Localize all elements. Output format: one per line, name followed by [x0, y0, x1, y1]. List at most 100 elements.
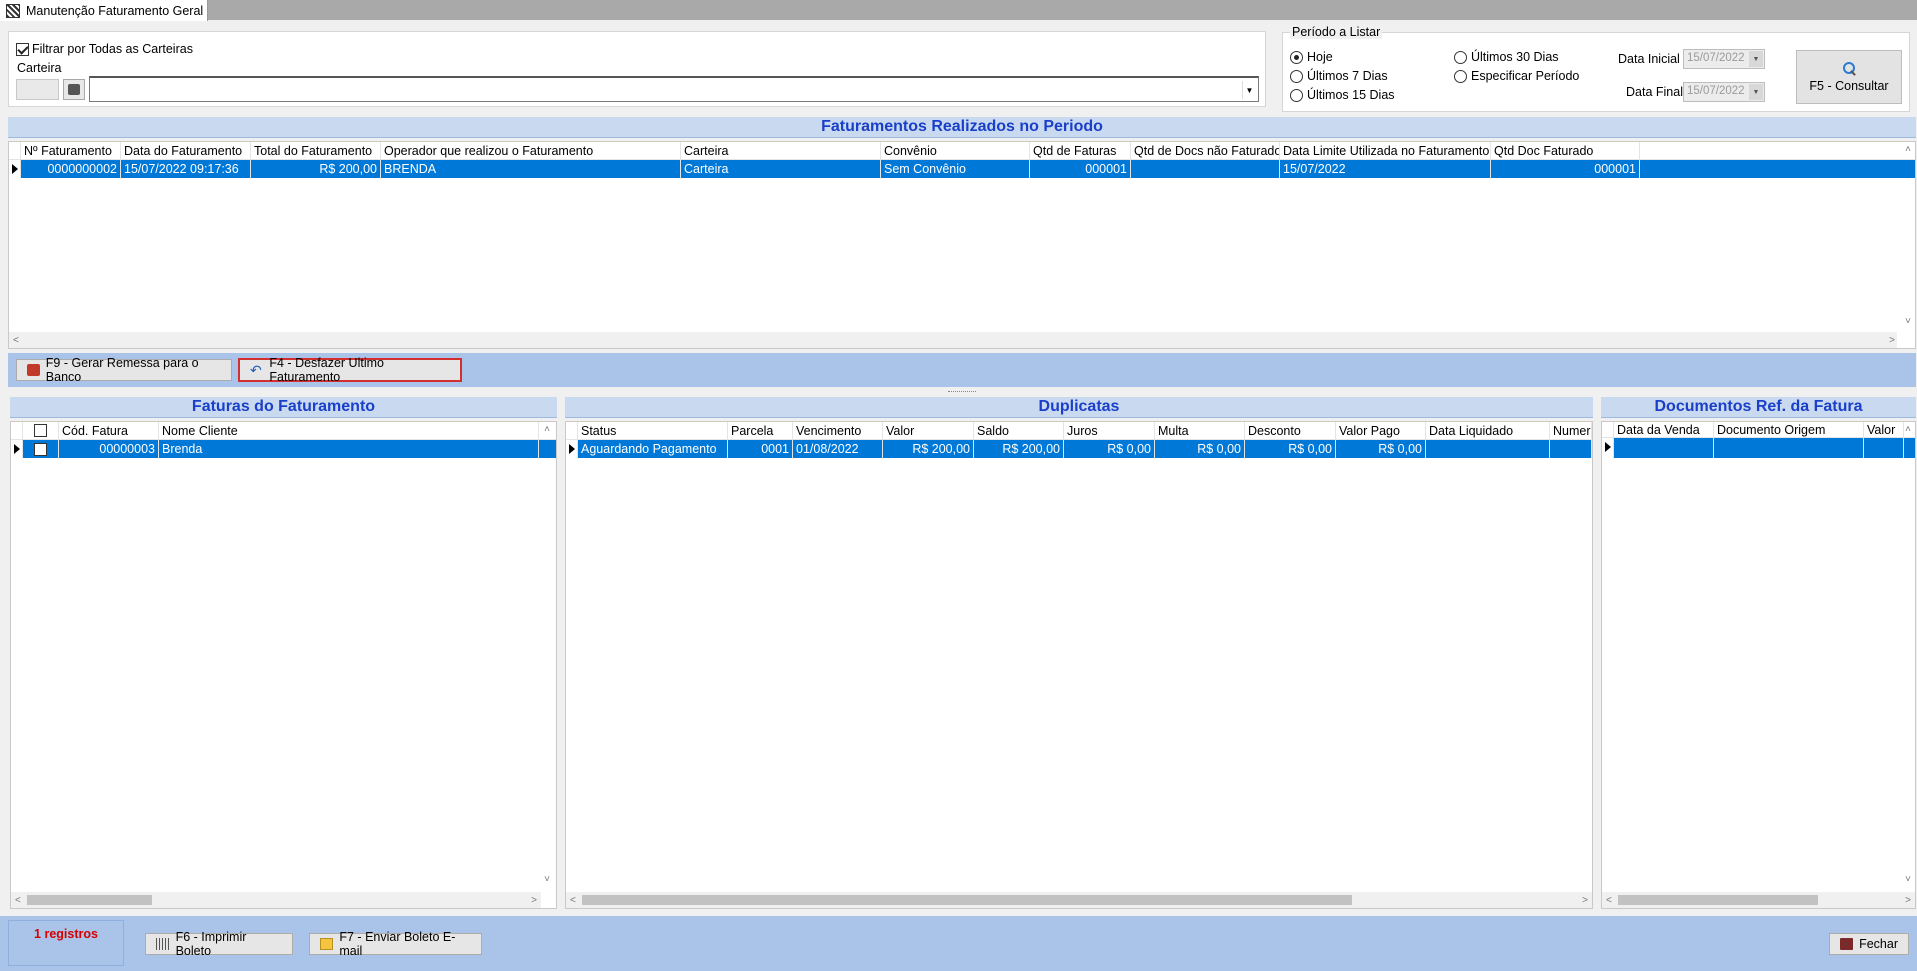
- faturas-hscroll[interactable]: < >: [11, 892, 541, 908]
- chevron-left-icon[interactable]: <: [15, 895, 21, 906]
- col-header[interactable]: Data Limite Utilizada no Faturamento: [1280, 142, 1491, 159]
- chevron-right-icon[interactable]: >: [1905, 895, 1911, 906]
- cell-total: R$ 200,00: [251, 160, 381, 178]
- col-header[interactable]: Nº Faturamento: [21, 142, 121, 159]
- carteira-code-input[interactable]: [16, 79, 59, 100]
- filter-all-carteiras-checkbox[interactable]: [16, 42, 29, 56]
- radio-dot[interactable]: [1290, 69, 1303, 83]
- cell-data-limite: 15/07/2022: [1280, 160, 1491, 178]
- data-inicial-input[interactable]: 15/07/2022 ▼: [1683, 49, 1765, 69]
- chevron-left-icon[interactable]: <: [1606, 895, 1612, 906]
- radio-7-dias[interactable]: Últimos 7 Dias: [1290, 69, 1388, 83]
- radio-15-dias[interactable]: Últimos 15 Dias: [1290, 88, 1395, 102]
- col-header[interactable]: Desconto: [1245, 422, 1336, 439]
- consultar-button[interactable]: F5 - Consultar: [1796, 50, 1902, 104]
- col-header[interactable]: Juros: [1064, 422, 1155, 439]
- radio-dot[interactable]: [1454, 50, 1467, 64]
- chevron-down-icon[interactable]: ˅: [1905, 316, 1911, 327]
- data-final-value: 15/07/2022: [1687, 85, 1745, 97]
- gerar-remessa-button[interactable]: F9 - Gerar Remessa para o Banco: [16, 356, 232, 384]
- cell-vencimento: 01/08/2022: [793, 440, 883, 458]
- col-header[interactable]: Vencimento: [793, 422, 883, 439]
- col-header[interactable]: Documento Origem: [1714, 422, 1864, 437]
- documentos-hscroll[interactable]: < >: [1602, 892, 1915, 908]
- imprimir-boleto-button[interactable]: F6 - Imprimir Boleto: [145, 930, 293, 958]
- radio-dot[interactable]: [1290, 88, 1303, 102]
- col-header[interactable]: Cód. Fatura: [59, 422, 159, 439]
- chevron-down-icon[interactable]: ▼: [1749, 84, 1763, 100]
- consultar-label: F5 - Consultar: [1809, 79, 1889, 93]
- col-header[interactable]: Qtd Doc Faturado: [1491, 142, 1640, 159]
- col-header[interactable]: Parcela: [728, 422, 793, 439]
- col-header[interactable]: Total do Faturamento: [251, 142, 381, 159]
- col-header[interactable]: Saldo: [974, 422, 1064, 439]
- enviar-boleto-email-button[interactable]: F7 - Enviar Boleto E-mail: [309, 930, 482, 958]
- radio-30-dias[interactable]: Últimos 30 Dias: [1454, 50, 1559, 64]
- chevron-down-icon[interactable]: ▼: [1242, 81, 1256, 99]
- chevron-down-icon[interactable]: ˅: [1905, 874, 1911, 885]
- chevron-down-icon[interactable]: ▼: [1749, 51, 1763, 67]
- fechar-button[interactable]: Fechar: [1829, 933, 1909, 955]
- table-row[interactable]: 00000003 Brenda: [11, 440, 556, 458]
- chevron-right-icon[interactable]: >: [531, 895, 537, 906]
- scroll-thumb[interactable]: [581, 895, 1352, 905]
- radio-especificar[interactable]: Especificar Período: [1454, 69, 1579, 83]
- col-header[interactable]: Status: [578, 422, 728, 439]
- cell-desconto: R$ 0,00: [1245, 440, 1336, 458]
- col-header[interactable]: Valor Pago: [1336, 422, 1426, 439]
- desfazer-faturamento-button[interactable]: ↶ F4 - Desfazer Ultimo Faturamento: [238, 356, 462, 384]
- splitter-handle[interactable]: [948, 391, 976, 393]
- col-header[interactable]: Qtd de Faturas: [1030, 142, 1131, 159]
- cell-qtd-doc-faturado: 000001: [1491, 160, 1640, 178]
- col-header[interactable]: Convênio: [881, 142, 1030, 159]
- table-row[interactable]: [1602, 438, 1915, 458]
- table-row[interactable]: 0000000002 15/07/2022 09:17:36 R$ 200,00…: [9, 160, 1915, 178]
- book-icon: [68, 84, 80, 95]
- chevron-down-icon[interactable]: ˅: [544, 874, 550, 885]
- radio-dot[interactable]: [1290, 50, 1303, 64]
- tab-strip: [0, 0, 1917, 20]
- data-final-label: Data Final: [1626, 85, 1683, 99]
- col-header[interactable]: Carteira: [681, 142, 881, 159]
- scroll-thumb[interactable]: [1617, 895, 1818, 905]
- row-checkbox[interactable]: [34, 442, 47, 456]
- scroll-thumb[interactable]: [26, 895, 152, 905]
- chevron-up-icon[interactable]: ˄: [544, 424, 550, 435]
- col-header[interactable]: Data Liquidado: [1426, 422, 1550, 439]
- col-header[interactable]: Multa: [1155, 422, 1245, 439]
- row-select-cell: [23, 440, 59, 458]
- faturamentos-hscroll[interactable]: < >: [9, 332, 1897, 348]
- col-header[interactable]: Numero: [1550, 422, 1592, 439]
- col-header[interactable]: Operador que realizou o Faturamento: [381, 142, 681, 159]
- carteira-lookup-button[interactable]: [63, 79, 85, 100]
- col-header[interactable]: Nome Cliente: [159, 422, 539, 439]
- filter-all-carteiras[interactable]: Filtrar por Todas as Carteiras: [16, 42, 193, 56]
- fechar-label: Fechar: [1859, 937, 1898, 951]
- chevron-left-icon[interactable]: <: [570, 895, 576, 906]
- faturas-grid: Cód. Fatura Nome Cliente 00000003 Brenda…: [10, 421, 557, 909]
- table-row[interactable]: Aguardando Pagamento 0001 01/08/2022 R$ …: [566, 440, 1592, 458]
- chevron-right-icon[interactable]: >: [1889, 335, 1895, 346]
- col-header[interactable]: Valor: [883, 422, 974, 439]
- radio-dot[interactable]: [1454, 69, 1467, 83]
- tab-manutencao-faturamento[interactable]: Manutenção Faturamento Geral: [0, 0, 208, 21]
- row-indicator-header: [566, 422, 578, 439]
- data-final-input[interactable]: 15/07/2022 ▼: [1683, 82, 1765, 102]
- col-header[interactable]: Qtd de Docs não Faturados: [1131, 142, 1280, 159]
- chevron-up-icon[interactable]: ˄: [1905, 144, 1911, 155]
- cell-valor: R$ 200,00: [883, 440, 974, 458]
- radio-hoje[interactable]: Hoje: [1290, 50, 1333, 64]
- col-header[interactable]: Valor: [1864, 422, 1904, 437]
- cell-carteira: Carteira: [681, 160, 881, 178]
- radio-label: Últimos 7 Dias: [1307, 69, 1388, 83]
- select-all-checkbox[interactable]: [34, 424, 47, 437]
- col-header[interactable]: Data do Faturamento: [121, 142, 251, 159]
- chevron-up-icon[interactable]: ˄: [1905, 424, 1911, 435]
- col-header[interactable]: Data da Venda: [1614, 422, 1714, 437]
- duplicatas-hscroll[interactable]: < >: [566, 892, 1592, 908]
- cell-data-liquidado: [1426, 440, 1550, 458]
- chevron-left-icon[interactable]: <: [13, 335, 19, 346]
- duplicatas-title: Duplicatas: [565, 397, 1593, 418]
- carteira-combo[interactable]: ▼: [89, 76, 1259, 102]
- chevron-right-icon[interactable]: >: [1582, 895, 1588, 906]
